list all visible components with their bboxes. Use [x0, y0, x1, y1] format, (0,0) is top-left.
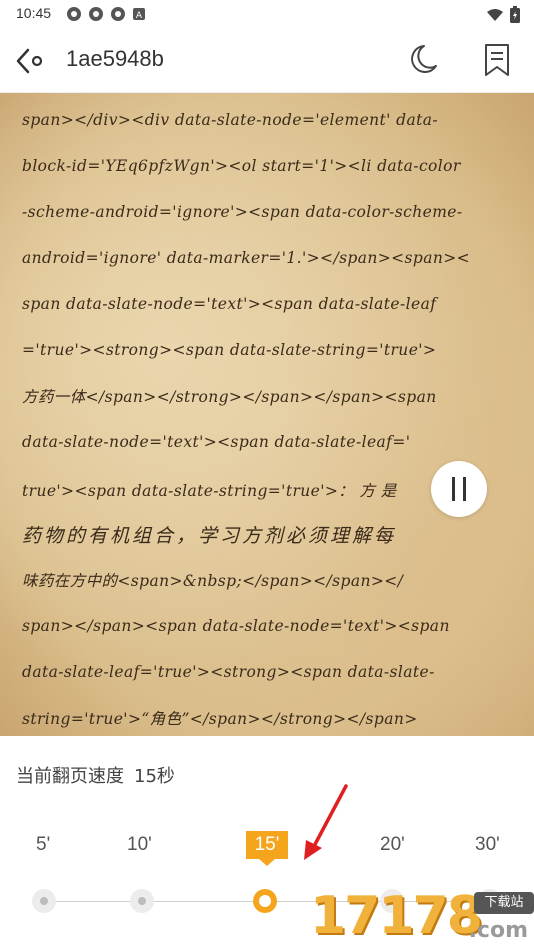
text-line: string='true'>“角色”</span></strong></span… [22, 710, 418, 728]
text-line: -scheme-android='ignore'><span data-colo… [22, 203, 463, 221]
status-notification-icons: A [66, 6, 148, 22]
status-time: 10:45 [16, 5, 52, 21]
speed-label-text: 当前翻页速度 [16, 766, 124, 787]
text-line: block-id='YEq6pfzWgn'><ol start='1'><li … [22, 157, 461, 175]
speed-label: 当前翻页速度 15秒 [16, 762, 175, 788]
speed-slider-stop[interactable] [130, 889, 154, 913]
status-system-icons [486, 6, 520, 27]
text-line: android='ignore' data-marker='1.'></span… [22, 249, 471, 267]
night-mode-button[interactable] [404, 42, 440, 78]
text-line: data-slate-node='text'><span data-slate-… [22, 433, 411, 451]
text-line: span data-slate-node='text'><span data-s… [22, 295, 437, 313]
status-bar: 10:45 A [0, 0, 534, 30]
bookmark-button[interactable] [480, 42, 514, 78]
a-badge-icon: A [132, 6, 148, 22]
pause-autoplay-button[interactable] [431, 461, 487, 517]
back-button[interactable] [12, 44, 48, 78]
speed-slider-thumb[interactable] [253, 889, 277, 913]
back-arrow-icon [16, 48, 43, 74]
site-watermark: 17178 下载站 .com [304, 884, 534, 950]
battery-icon [510, 6, 520, 27]
speed-option-20[interactable]: 20' [380, 834, 405, 856]
app-notification-icon [110, 6, 126, 22]
reader-header: 1ae5948b [0, 30, 534, 93]
svg-text:A: A [136, 11, 143, 21]
speed-option-30[interactable]: 30' [475, 834, 500, 856]
app-notification-icon [66, 6, 82, 22]
reading-page[interactable]: span></div><div data-slate-node='element… [0, 93, 534, 736]
speed-slider-stop[interactable] [32, 889, 56, 913]
watermark-digits: 17178 [310, 886, 483, 946]
speed-option-10[interactable]: 10' [127, 834, 152, 856]
app-notification-icon [88, 6, 104, 22]
watermark-suffix: .com [468, 918, 528, 943]
selected-pointer [259, 859, 275, 866]
text-line: ='true'><strong><span data-slate-string=… [22, 341, 437, 359]
text-line: span></span><span data-slate-node='text'… [22, 617, 450, 635]
speed-option-5[interactable]: 5' [36, 834, 50, 856]
wifi-icon [486, 7, 504, 26]
text-line: data-slate-leaf='true'><strong><span dat… [22, 663, 435, 681]
bookmark-icon [485, 44, 509, 76]
annotation-arrow-icon [304, 784, 348, 860]
speed-value: 15秒 [134, 766, 175, 787]
text-line: span></div><div data-slate-node='element… [22, 111, 439, 129]
text-line: 药物的有机组合，学习方剂必须理解每 [22, 525, 397, 547]
moon-icon [411, 45, 437, 73]
text-line: 方药一体</span></strong></span></span><span [22, 388, 437, 406]
book-title: 1ae5948b [66, 46, 164, 71]
speed-option-15-selected[interactable]: 15' [246, 831, 288, 859]
text-line: 味药在方中的<span>&nbsp;</span></span></ [22, 572, 404, 590]
watermark-badge: 下载站 [474, 892, 534, 914]
